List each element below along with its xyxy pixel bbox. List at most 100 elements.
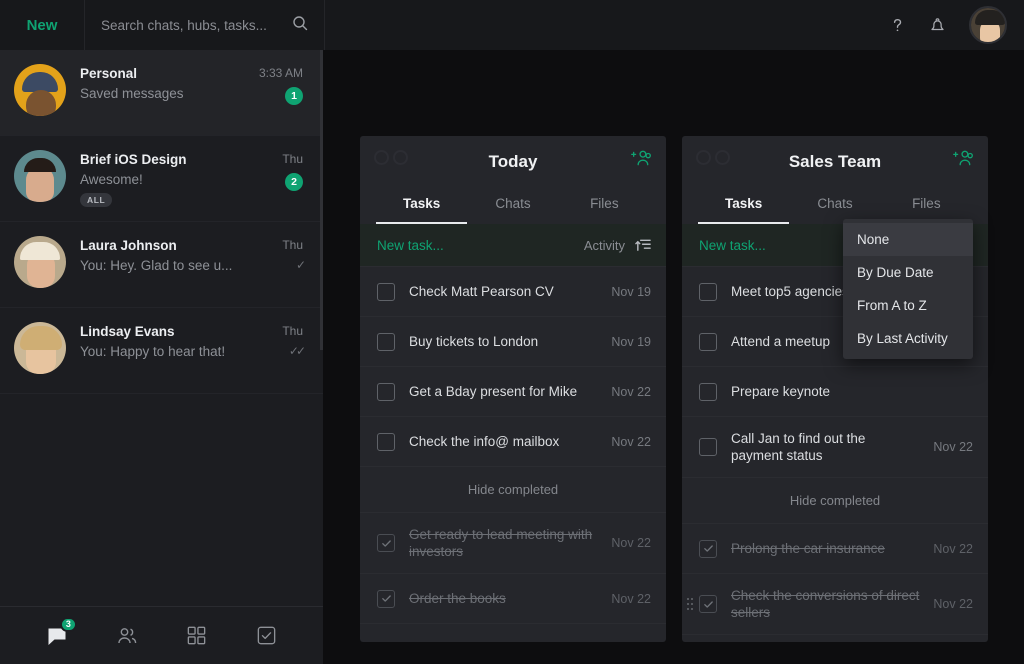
menu-item-by-due-date[interactable]: By Due Date bbox=[843, 256, 973, 289]
chat-text: Personal Saved messages bbox=[80, 64, 245, 101]
task-checkbox[interactable] bbox=[699, 282, 717, 301]
chat-name: Lindsay Evans bbox=[80, 324, 175, 339]
chat-text: Brief iOS Design Awesome! ALL bbox=[80, 150, 268, 208]
scrollbar[interactable] bbox=[320, 50, 323, 350]
task-checkbox[interactable] bbox=[377, 382, 395, 401]
grid-apps-icon bbox=[187, 626, 206, 645]
task-checkbox[interactable] bbox=[377, 589, 395, 608]
task-title: Prolong the car insurance bbox=[731, 541, 885, 556]
task-title: Call Jan to find out the payment status bbox=[731, 431, 866, 463]
avatar[interactable] bbox=[14, 236, 66, 288]
sort-controls: Activity bbox=[584, 237, 652, 253]
task-title: Check the conversions of direct sellers bbox=[731, 588, 920, 620]
collapse-circle-icon[interactable] bbox=[696, 150, 711, 165]
checkbox-icon bbox=[257, 626, 275, 645]
table-row[interactable]: Check the conversions of direct sellers … bbox=[682, 574, 988, 635]
menu-item-by-last-activity[interactable]: By Last Activity bbox=[843, 322, 973, 355]
table-row[interactable]: Prepare keynote bbox=[682, 367, 988, 417]
list-item[interactable]: Lindsay Evans You: Happy to hear that! T… bbox=[0, 308, 323, 394]
avatar[interactable] bbox=[14, 150, 66, 202]
board-column-sales-team: Sales Team Tasks Chats Files New task...… bbox=[682, 136, 988, 642]
task-checkbox[interactable] bbox=[699, 539, 717, 558]
avatar-image bbox=[14, 322, 66, 374]
table-row[interactable]: Buy tickets to London Nov 19 bbox=[360, 317, 666, 367]
table-row[interactable]: Get ready to lead meeting with investors… bbox=[360, 513, 666, 574]
task-checkbox[interactable] bbox=[377, 534, 395, 552]
unread-badge: 1 bbox=[285, 87, 303, 105]
table-row[interactable]: Order the books Nov 22 bbox=[360, 574, 666, 624]
search-box[interactable] bbox=[85, 0, 325, 50]
add-user-icon[interactable] bbox=[631, 149, 652, 172]
new-task-row: New task... Activity bbox=[360, 224, 666, 267]
drag-handle-icon[interactable] bbox=[687, 598, 693, 610]
chat-name: Laura Johnson bbox=[80, 238, 177, 253]
add-user-icon[interactable] bbox=[953, 149, 974, 172]
task-due-date: Nov 22 bbox=[611, 536, 651, 550]
table-row[interactable]: Check Matt Pearson CV Nov 19 bbox=[360, 267, 666, 317]
task-checkbox[interactable] bbox=[699, 332, 717, 351]
list-item[interactable]: Laura Johnson You: Hey. Glad to see u...… bbox=[0, 222, 323, 308]
table-row[interactable]: Get a Bday present for Mike Nov 22 bbox=[360, 367, 666, 417]
status-badge: ALL bbox=[80, 193, 113, 207]
avatar-image bbox=[14, 236, 66, 288]
hide-completed-button[interactable]: Hide completed bbox=[682, 478, 988, 524]
task-checkbox[interactable] bbox=[699, 382, 717, 401]
top-bar-spacer bbox=[325, 0, 889, 50]
task-checkbox[interactable] bbox=[699, 595, 717, 613]
chat-snippet: Saved messages bbox=[80, 86, 184, 101]
expand-circle-icon[interactable] bbox=[715, 150, 730, 165]
task-checkbox[interactable] bbox=[377, 332, 395, 351]
nav-item-chats[interactable]: 3 bbox=[35, 616, 79, 653]
bottom-nav: 3 bbox=[0, 606, 323, 664]
list-item[interactable]: Personal Saved messages 3:33 AM 1 bbox=[0, 50, 323, 136]
tab-tasks[interactable]: Tasks bbox=[698, 190, 790, 224]
menu-item-from-a-to-z[interactable]: From A to Z bbox=[843, 289, 973, 322]
question-mark-icon[interactable] bbox=[889, 16, 906, 34]
collapse-circle-icon[interactable] bbox=[374, 150, 389, 165]
tab-files[interactable]: Files bbox=[559, 190, 650, 224]
avatar[interactable] bbox=[14, 322, 66, 374]
search-icon[interactable] bbox=[292, 15, 308, 36]
task-due-date: Nov 22 bbox=[611, 384, 651, 399]
new-button[interactable]: New bbox=[0, 0, 85, 50]
sort-label[interactable]: Activity bbox=[584, 238, 625, 253]
chat-meta: Thu ✓ bbox=[282, 236, 306, 271]
page-title: Sales Team bbox=[788, 152, 882, 171]
sort-ascending-icon[interactable] bbox=[635, 237, 652, 253]
nav-item-apps[interactable] bbox=[174, 619, 218, 653]
task-title: Order the books bbox=[409, 591, 506, 606]
sort-dropdown-menu[interactable]: None By Due Date From A to Z By Last Act… bbox=[843, 219, 973, 359]
chat-meta: Thu ✓✓ bbox=[282, 322, 306, 358]
table-row[interactable]: Check the info@ mailbox Nov 22 bbox=[360, 417, 666, 467]
chat-list[interactable]: Personal Saved messages 3:33 AM 1 Brief … bbox=[0, 50, 323, 606]
avatar[interactable] bbox=[969, 6, 1007, 44]
new-task-input[interactable]: New task... bbox=[377, 238, 444, 253]
nav-badge: 3 bbox=[59, 616, 77, 632]
table-row[interactable]: Call Jan to find out the payment status … bbox=[682, 417, 988, 478]
task-checkbox[interactable] bbox=[377, 432, 395, 451]
people-icon bbox=[117, 627, 136, 643]
task-due-date: Nov 19 bbox=[611, 284, 651, 299]
list-item[interactable]: Brief iOS Design Awesome! ALL Thu 2 bbox=[0, 136, 323, 222]
nav-item-contacts[interactable] bbox=[105, 619, 149, 653]
task-title: Get a Bday present for Mike bbox=[409, 384, 578, 399]
new-task-input[interactable]: New task... bbox=[699, 238, 766, 253]
read-receipt-icon: ✓✓ bbox=[288, 344, 306, 358]
unread-badge: 2 bbox=[285, 173, 303, 191]
nav-item-tasks[interactable] bbox=[244, 619, 288, 653]
avatar[interactable] bbox=[14, 64, 66, 116]
task-checkbox[interactable] bbox=[699, 438, 717, 456]
chat-time: Thu bbox=[282, 238, 303, 252]
expand-circle-icon[interactable] bbox=[393, 150, 408, 165]
menu-item-none[interactable]: None bbox=[843, 223, 973, 256]
avatar-image bbox=[14, 64, 66, 116]
avatar-image bbox=[14, 150, 66, 202]
tab-chats[interactable]: Chats bbox=[467, 190, 558, 224]
notification-bell-icon[interactable] bbox=[928, 16, 947, 35]
table-row[interactable]: Prolong the car insurance Nov 22 bbox=[682, 524, 988, 574]
tab-tasks[interactable]: Tasks bbox=[376, 190, 468, 224]
search-input[interactable] bbox=[101, 17, 284, 33]
hide-completed-button[interactable]: Hide completed bbox=[360, 467, 666, 513]
task-checkbox[interactable] bbox=[377, 282, 395, 301]
task-due-date: Nov 22 bbox=[611, 434, 651, 449]
